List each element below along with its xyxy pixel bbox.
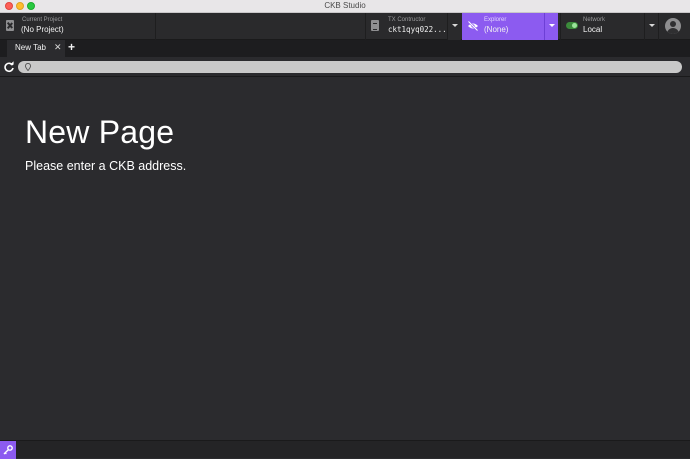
page-subtitle: Please enter a CKB address. xyxy=(25,159,187,173)
eye-off-icon xyxy=(467,21,479,31)
page-title: New Page xyxy=(25,114,175,150)
address-input[interactable] xyxy=(18,61,682,73)
network-toggle-icon xyxy=(566,22,578,29)
window-titlebar: CKB Studio xyxy=(0,0,690,13)
location-pin-icon xyxy=(24,63,32,71)
explorer-dropdown[interactable] xyxy=(544,13,558,40)
chevron-down-icon xyxy=(649,24,655,27)
explorer-value: (None) xyxy=(484,25,509,34)
tx-constructor-label: TX Contructor xyxy=(388,17,426,23)
user-menu[interactable] xyxy=(658,13,690,40)
tab-new-tab[interactable]: New Tab ✕ xyxy=(7,40,65,57)
no-project-file-icon xyxy=(6,20,14,31)
key-icon xyxy=(3,445,13,455)
current-project-value: (No Project) xyxy=(21,25,64,34)
network-selector[interactable]: Network Local xyxy=(560,13,642,40)
tab-label: New Tab xyxy=(15,43,46,52)
page-content: New Page Please enter a CKB address. xyxy=(0,78,690,440)
network-label: Network xyxy=(583,17,606,23)
add-tab-button[interactable]: + xyxy=(68,40,75,54)
tab-bar: New Tab ✕ + xyxy=(0,40,690,57)
current-project-selector[interactable]: Current Project (No Project) xyxy=(0,13,156,40)
tx-constructor-value: ckt1qyq022... xyxy=(388,25,447,34)
tx-constructor-dropdown[interactable] xyxy=(447,13,461,40)
keypair-manager-button[interactable] xyxy=(0,441,16,459)
explorer-label: Explorer xyxy=(484,17,507,23)
header-toolbar: Current Project (No Project) TX Contruct… xyxy=(0,13,690,40)
window-title: CKB Studio xyxy=(324,1,366,10)
user-avatar-icon xyxy=(665,18,681,34)
chevron-down-icon xyxy=(452,24,458,27)
close-tab-icon[interactable]: ✕ xyxy=(54,42,62,53)
document-icon xyxy=(371,20,379,31)
current-project-label: Current Project xyxy=(22,17,63,23)
network-value: Local xyxy=(583,25,603,34)
status-bar xyxy=(0,440,690,459)
explorer-button[interactable]: Explorer (None) xyxy=(462,13,544,40)
chevron-down-icon xyxy=(549,24,555,27)
address-bar xyxy=(0,57,690,77)
reload-icon[interactable] xyxy=(3,61,15,73)
network-dropdown[interactable] xyxy=(644,13,658,40)
